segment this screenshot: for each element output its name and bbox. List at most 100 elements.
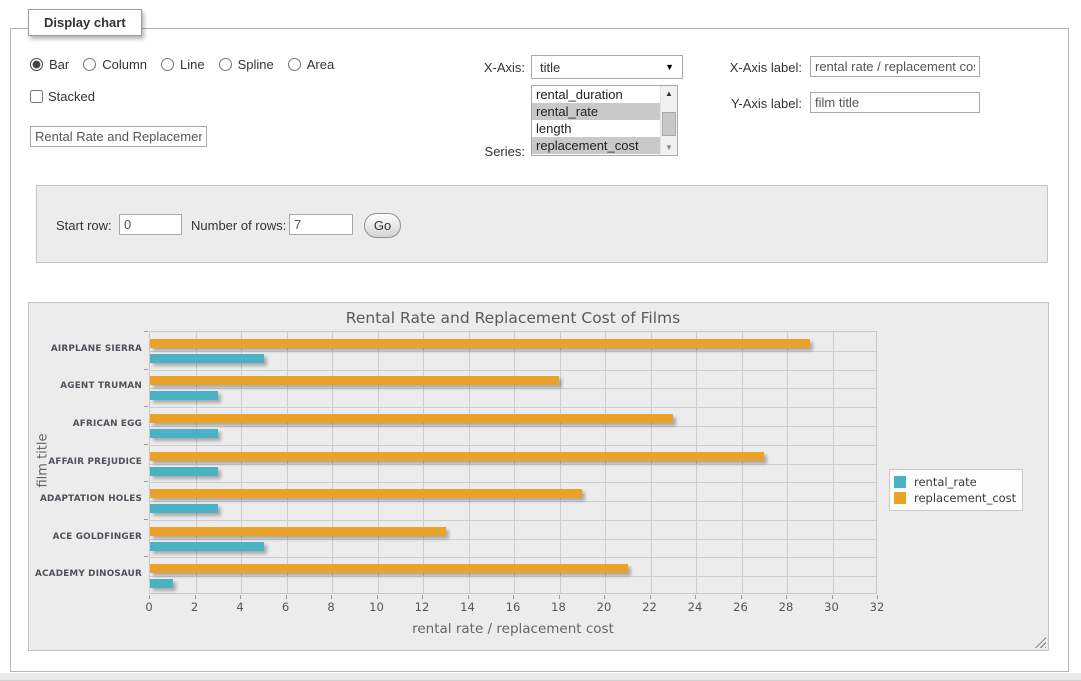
tick-mark xyxy=(422,595,423,599)
series-field-label: Series: xyxy=(425,144,525,159)
bar-rental_rate xyxy=(150,467,218,476)
tick-mark xyxy=(144,481,148,482)
category-label: ACADEMY DINOSAUR xyxy=(29,569,142,579)
tick-mark xyxy=(149,595,150,599)
gridline xyxy=(150,426,876,427)
gridline xyxy=(423,332,424,593)
category-label: AIRPLANE SIERRA xyxy=(29,344,142,354)
x-axis-select[interactable]: title ▼ xyxy=(531,55,683,79)
legend-label: replacement_cost xyxy=(914,491,1016,505)
tick-mark xyxy=(377,595,378,599)
chart-legend: rental_rate replacement_cost xyxy=(889,469,1023,511)
tick-mark xyxy=(240,595,241,599)
chevron-down-icon: ▼ xyxy=(665,62,674,72)
chart-x-axis-title: rental rate / replacement cost xyxy=(149,621,877,637)
bar-rental_rate xyxy=(150,542,264,551)
gridline xyxy=(787,332,788,593)
chart-type-radio-group: Bar Column Line Spline Area xyxy=(30,57,342,72)
series-option-rental_duration[interactable]: rental_duration xyxy=(532,86,661,103)
stacked-checkbox[interactable] xyxy=(30,90,43,103)
bar-rental_rate xyxy=(150,391,218,400)
legend-swatch-icon xyxy=(894,476,906,488)
x-tick-label: 6 xyxy=(271,600,301,614)
chart-title-input[interactable] xyxy=(30,126,207,147)
category-label: ADAPTATION HOLES xyxy=(29,494,142,504)
x-tick-label: 30 xyxy=(817,600,847,614)
gridline xyxy=(150,501,876,502)
legend-item: rental_rate xyxy=(894,475,1016,489)
tick-mark xyxy=(832,595,833,599)
scroll-down-icon[interactable]: ▼ xyxy=(661,140,677,155)
gridline xyxy=(150,445,876,446)
tick-mark xyxy=(786,595,787,599)
y-axis-label-field-label: Y-Axis label: xyxy=(702,96,802,111)
gridline xyxy=(150,557,876,558)
scrollbar[interactable]: ▲ ▼ xyxy=(660,86,677,155)
tick-mark xyxy=(195,595,196,599)
category-label: ACE GOLDFINGER xyxy=(29,532,142,542)
page-bottom-strip xyxy=(0,673,1081,681)
series-option-rental_rate[interactable]: rental_rate xyxy=(532,103,661,120)
resize-handle-icon[interactable] xyxy=(1035,637,1046,648)
series-option-length[interactable]: length xyxy=(532,120,661,137)
gridline xyxy=(605,332,606,593)
chart-type-radio-column[interactable] xyxy=(83,58,96,71)
tick-mark xyxy=(513,595,514,599)
bar-replacement_cost xyxy=(150,527,446,536)
tick-mark xyxy=(877,595,878,599)
chart-type-radio-bar[interactable] xyxy=(30,58,43,71)
start-row-input[interactable] xyxy=(119,214,182,235)
series-option-replacement_cost[interactable]: replacement_cost xyxy=(532,137,661,154)
x-tick-label: 0 xyxy=(134,600,164,614)
x-axis-label-input[interactable] xyxy=(810,56,980,77)
category-label: AFRICAN EGG xyxy=(29,419,142,429)
gridline xyxy=(150,539,876,540)
number-of-rows-input[interactable] xyxy=(289,214,353,235)
y-axis-label-input[interactable] xyxy=(810,92,980,113)
tick-mark xyxy=(144,369,148,370)
chart-type-label: Line xyxy=(180,57,205,72)
gridline xyxy=(150,407,876,408)
chart-type-label: Column xyxy=(102,57,147,72)
chart-title: Rental Rate and Replacement Cost of Film… xyxy=(149,309,877,327)
tick-mark xyxy=(144,519,148,520)
chart-type-label: Bar xyxy=(49,57,69,72)
chart-type-radio-area[interactable] xyxy=(288,58,301,71)
bar-replacement_cost xyxy=(150,376,559,385)
chart-type-radio-line[interactable] xyxy=(161,58,174,71)
gridline xyxy=(150,388,876,389)
bar-replacement_cost xyxy=(150,414,673,423)
scroll-up-icon[interactable]: ▲ xyxy=(661,86,677,101)
tick-mark xyxy=(331,595,332,599)
gridline xyxy=(651,332,652,593)
tick-mark xyxy=(144,444,148,445)
tick-mark xyxy=(604,595,605,599)
chart-container: Rental Rate and Replacement Cost of Film… xyxy=(28,302,1049,651)
chart-type-label: Area xyxy=(307,57,334,72)
x-tick-label: 2 xyxy=(180,600,210,614)
x-tick-label: 26 xyxy=(726,600,756,614)
x-tick-label: 14 xyxy=(453,600,483,614)
bar-rental_rate xyxy=(150,354,264,363)
pager-panel: Start row: Number of rows: Go xyxy=(36,185,1048,263)
gridline xyxy=(196,332,197,593)
fieldset-legend: Display chart xyxy=(28,9,142,36)
x-tick-label: 8 xyxy=(316,600,346,614)
series-multiselect[interactable]: rental_durationrental_ratelengthreplacem… xyxy=(531,85,678,156)
gridline xyxy=(287,332,288,593)
gridline xyxy=(560,332,561,593)
x-tick-label: 20 xyxy=(589,600,619,614)
tick-mark xyxy=(468,595,469,599)
x-tick-label: 32 xyxy=(862,600,892,614)
chart-type-radio-spline[interactable] xyxy=(219,58,232,71)
tick-mark xyxy=(650,595,651,599)
x-tick-label: 12 xyxy=(407,600,437,614)
category-label: AGENT TRUMAN xyxy=(29,381,142,391)
series-options: rental_durationrental_ratelengthreplacem… xyxy=(532,86,677,154)
chart-type-label: Spline xyxy=(238,57,274,72)
scrollbar-thumb[interactable] xyxy=(662,112,676,136)
bar-rental_rate xyxy=(150,504,218,513)
category-label: AFFAIR PREJUDICE xyxy=(29,457,142,467)
go-button[interactable]: Go xyxy=(364,213,401,238)
stacked-label: Stacked xyxy=(48,89,95,104)
